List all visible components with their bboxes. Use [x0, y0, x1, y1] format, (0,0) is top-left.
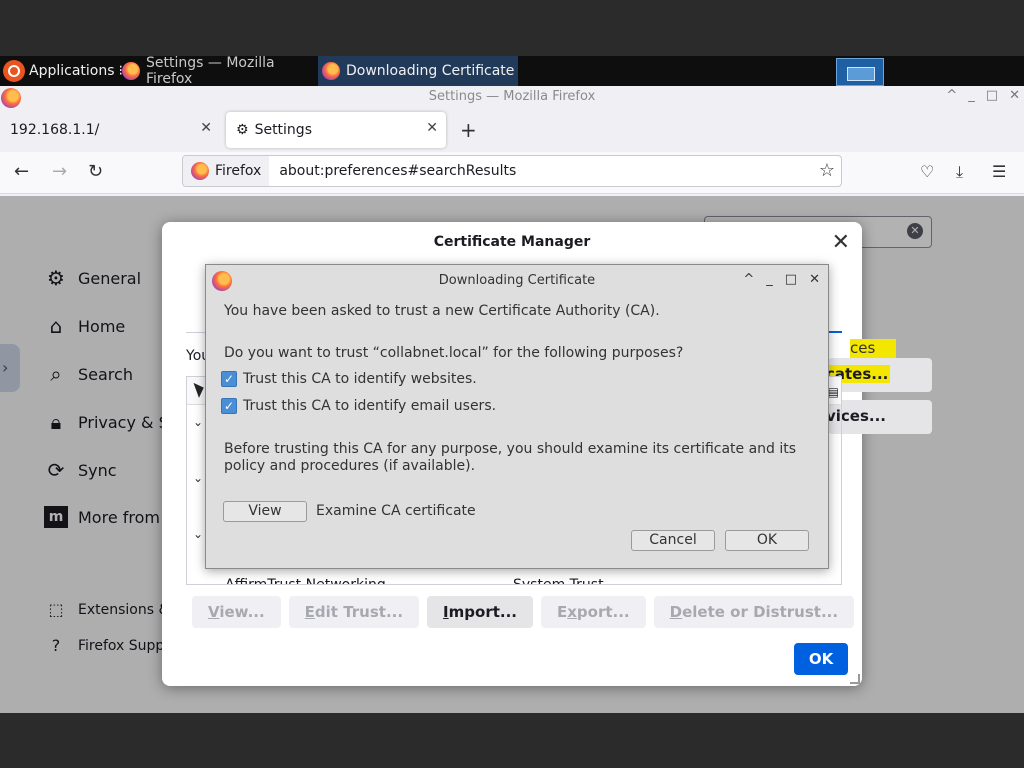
window-titlebar: Settings — Mozilla Firefox ^ _ □ ✕ [0, 86, 1024, 108]
ok-button[interactable]: OK [794, 643, 848, 675]
navigation-toolbar: ← → ↻ Firefox about:preferences#searchRe… [0, 152, 1024, 194]
cancel-button[interactable]: Cancel [631, 530, 715, 551]
tab-label: Settings [254, 122, 312, 138]
menu-icon[interactable]: ☰ [992, 162, 1006, 181]
taskbar-task-downloading[interactable]: Downloading Certificate [318, 56, 518, 86]
reload-icon[interactable]: ↻ [88, 161, 103, 182]
window-title: Settings — Mozilla Firefox [428, 89, 596, 104]
window-shade-button[interactable]: ^ [946, 88, 957, 103]
checkbox-label[interactable]: Trust this CA to identify websites. [243, 371, 477, 387]
chevron-down-icon[interactable]: ⌄ [193, 527, 203, 541]
resize-grip-icon[interactable] [850, 674, 860, 684]
column-picker-icon[interactable]: ▤ [828, 385, 839, 399]
firefox-icon [191, 162, 209, 180]
window-controls: ^ _ □ ✕ [946, 88, 1020, 103]
tab-router[interactable]: 192.168.1.1/ ✕ [0, 112, 220, 148]
trust-email-checkbox[interactable]: ✓ Trust this CA to identify email users. [221, 398, 496, 414]
applications-menu[interactable]: Applications ⁝ [0, 56, 123, 86]
desktop-top-bar [0, 0, 1024, 56]
window-maximize-button[interactable]: □ [986, 88, 998, 103]
close-icon[interactable]: ✕ [809, 272, 820, 287]
edit-trust-button[interactable]: Edit Trust... [288, 596, 420, 628]
window-close-button[interactable]: ✕ [1009, 88, 1020, 103]
shade-icon[interactable]: ^ [743, 272, 754, 287]
tab-close-icon[interactable]: ✕ [200, 120, 212, 136]
view-caption: Examine CA certificate [316, 503, 476, 519]
dialog-window-controls: ^ _ □ ✕ [743, 272, 820, 287]
url-bar[interactable]: Firefox about:preferences#searchResults … [182, 155, 842, 187]
pocket-icon[interactable]: ♡ [920, 162, 934, 181]
applications-label: Applications [29, 63, 115, 79]
taskbar-task-settings[interactable]: Settings — Mozilla Firefox [118, 55, 316, 87]
taskbar: Applications ⁝ Settings — Mozilla Firefo… [0, 55, 1024, 87]
delete-or-distrust-button[interactable]: Delete or Distrust... [653, 596, 855, 628]
tree-cell-name[interactable]: AffirmTrust Networking [225, 577, 386, 584]
taskbar-task-label: Downloading Certificate [346, 63, 515, 79]
tab-settings[interactable]: ⚙ Settings ✕ [226, 112, 446, 148]
ok-button[interactable]: OK [725, 530, 809, 551]
certificate-actions: View... Edit Trust... Import... Export..… [192, 596, 855, 628]
view-button[interactable]: View... [192, 596, 281, 628]
view-certificates-button[interactable]: cates... [828, 358, 932, 392]
minimize-icon[interactable]: _ [766, 272, 773, 287]
taskbar-task-label: Settings — Mozilla Firefox [146, 55, 275, 87]
maximize-icon[interactable]: □ [785, 272, 797, 287]
new-tab-icon[interactable]: + [460, 118, 477, 142]
firefox-icon [322, 62, 340, 80]
checkmark-icon[interactable]: ✓ [221, 371, 237, 387]
forward-arrow-icon[interactable]: → [52, 161, 67, 182]
import-button[interactable]: Import... [427, 596, 533, 628]
tab-strip: 192.168.1.1/ ✕ ⚙ Settings ✕ + [0, 108, 1024, 152]
tab-close-icon[interactable]: ✕ [426, 120, 438, 136]
chevron-down-icon[interactable]: ⌄ [193, 471, 203, 485]
advice-text: Before trusting this CA for any purpose,… [224, 441, 797, 474]
url-text[interactable]: about:preferences#searchResults [269, 163, 516, 179]
checkbox-label[interactable]: Trust this CA to identify email users. [243, 398, 496, 414]
dialog-title: Certificate Manager [433, 234, 591, 250]
ubuntu-logo-icon [3, 60, 25, 82]
gear-icon: ⚙ [236, 122, 249, 138]
window-minimize-button[interactable]: _ [968, 88, 975, 103]
checkmark-icon[interactable]: ✓ [221, 398, 237, 414]
tab-label: 192.168.1.1/ [10, 122, 100, 138]
downloading-certificate-dialog: Downloading Certificate ^ _ □ ✕ You have… [205, 264, 829, 569]
identity-box[interactable]: Firefox [183, 156, 270, 186]
workspace-switcher[interactable] [836, 58, 884, 86]
back-arrow-icon[interactable]: ← [14, 161, 29, 182]
downloads-icon[interactable]: ⤓ [956, 162, 963, 182]
dialog-titlebar: Downloading Certificate ^ _ □ ✕ [206, 265, 828, 295]
firefox-icon [122, 62, 140, 80]
identity-label: Firefox [215, 163, 262, 179]
chevron-down-icon[interactable]: ⌄ [193, 415, 203, 429]
export-button[interactable]: Export... [540, 596, 646, 628]
tree-cell-token[interactable]: System Trust [513, 577, 604, 584]
trust-websites-checkbox[interactable]: ✓ Trust this CA to identify websites. [221, 371, 477, 387]
dialog-title: Downloading Certificate [438, 273, 596, 288]
close-icon[interactable]: ✕ [832, 230, 850, 255]
security-devices-button[interactable]: vices... [828, 400, 932, 434]
question-text: Do you want to trust “collabnet.local” f… [224, 345, 684, 361]
bookmark-star-icon[interactable]: ☆ [819, 160, 835, 181]
view-certificate-button[interactable]: View [223, 501, 307, 522]
intro-text: You have been asked to trust a new Certi… [224, 303, 660, 319]
